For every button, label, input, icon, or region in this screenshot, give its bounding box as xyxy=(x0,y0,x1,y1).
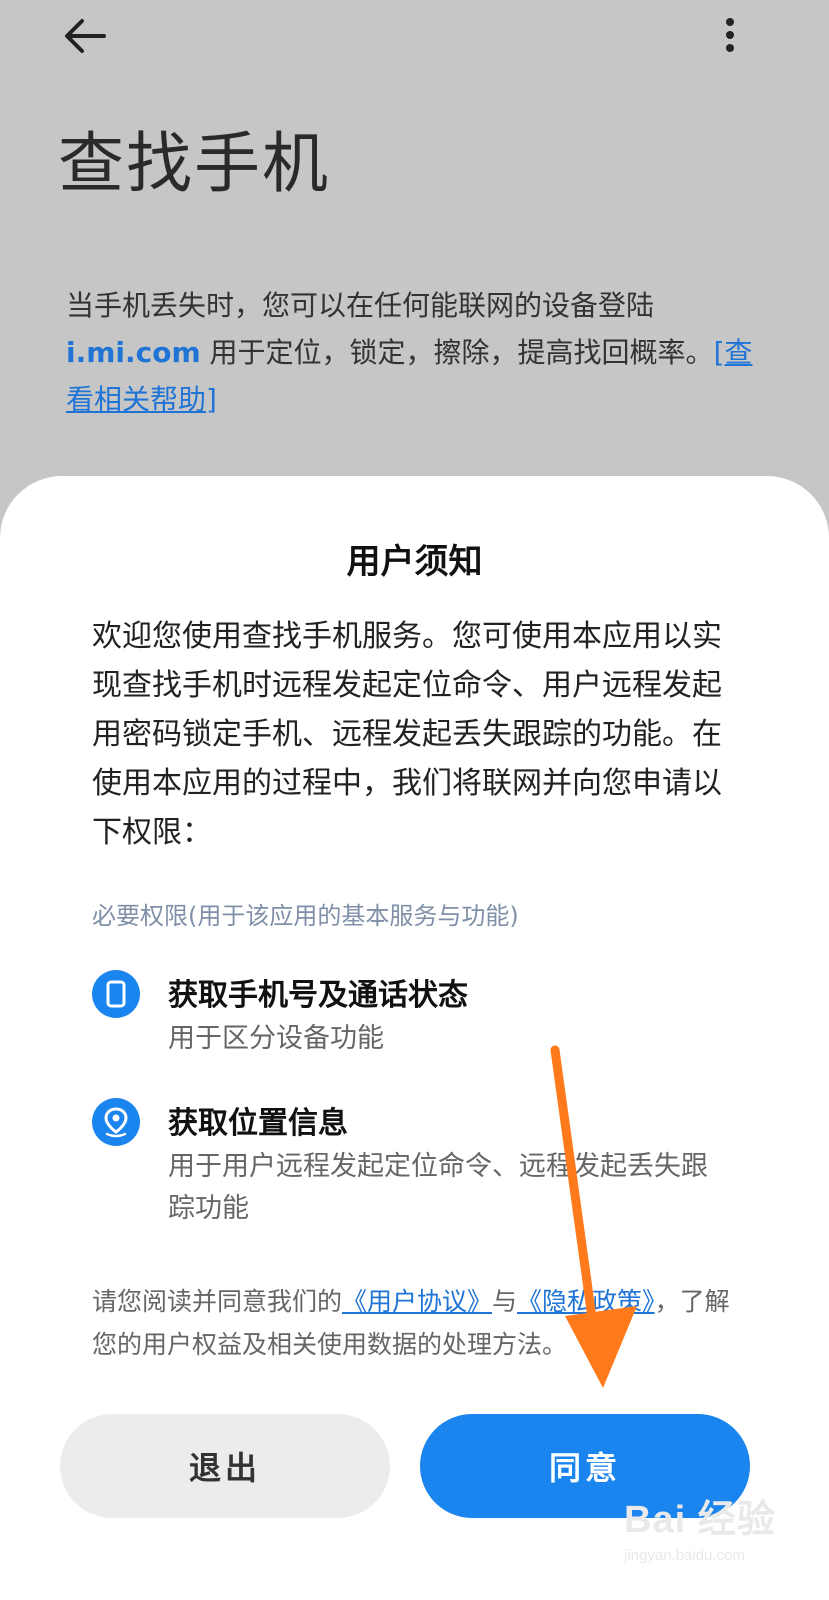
permission-title: 获取手机号及通话状态 xyxy=(168,978,468,1013)
intro-text: 当手机丢失时，您可以在任何能联网的设备登陆 i.mi.com 用于定位，锁定，擦除… xyxy=(66,282,766,423)
dialog-body: 欢迎您使用查找手机服务。您可使用本应用以实现查找手机时远程发起定位命令、用户远程… xyxy=(92,619,722,850)
user-agreement-link[interactable]: 《用户协议》 xyxy=(342,1287,492,1316)
agreement-prefix: 请您阅读并同意我们的 xyxy=(92,1287,343,1316)
intro-text-before: 当手机丢失时，您可以在任何能联网的设备登陆 xyxy=(66,289,655,322)
agreement-and: 与 xyxy=(492,1287,518,1316)
watermark-sub: jingyan.baidu.com xyxy=(624,1547,745,1564)
baidu-watermark: Bai 经验 jingyan.baidu.com xyxy=(624,1488,804,1588)
more-vertical-icon xyxy=(726,18,734,52)
dialog-title: 用户须知 xyxy=(346,542,483,582)
arrow-left-icon xyxy=(65,19,106,53)
exit-button[interactable]: 退出 xyxy=(60,1414,390,1518)
intro-text-after: 用于定位，锁定，擦除，提高找回概率。 xyxy=(200,336,714,369)
domain-link[interactable]: i.mi.com xyxy=(66,336,201,369)
watermark-main: Bai 经验 xyxy=(624,1499,776,1541)
phone-icon xyxy=(92,970,140,1018)
back-button[interactable] xyxy=(58,14,118,58)
permissions-header: 必要权限(用于该应用的基本服务与功能) xyxy=(92,902,519,930)
agreement-text: 请您阅读并同意我们的《用户协议》与《隐私政策》，了解您的用户权益及相关使用数据的… xyxy=(92,1280,732,1366)
top-bar xyxy=(0,0,829,80)
permission-desc: 用于区分设备功能 xyxy=(168,1023,384,1054)
more-options-button[interactable] xyxy=(718,14,742,58)
page-title: 查找手机 xyxy=(58,125,330,202)
user-notice-dialog: 用户须知 欢迎您使用查找手机服务。您可使用本应用以实现查找手机时远程发起定位命令… xyxy=(0,476,829,1600)
permission-title: 获取位置信息 xyxy=(168,1106,348,1141)
location-pin-icon xyxy=(92,1098,140,1146)
privacy-policy-link[interactable]: 《隐私政策》 xyxy=(517,1287,655,1316)
permission-desc: 用于用户远程发起定位命令、远程发起丢失跟踪功能 xyxy=(168,1151,708,1224)
